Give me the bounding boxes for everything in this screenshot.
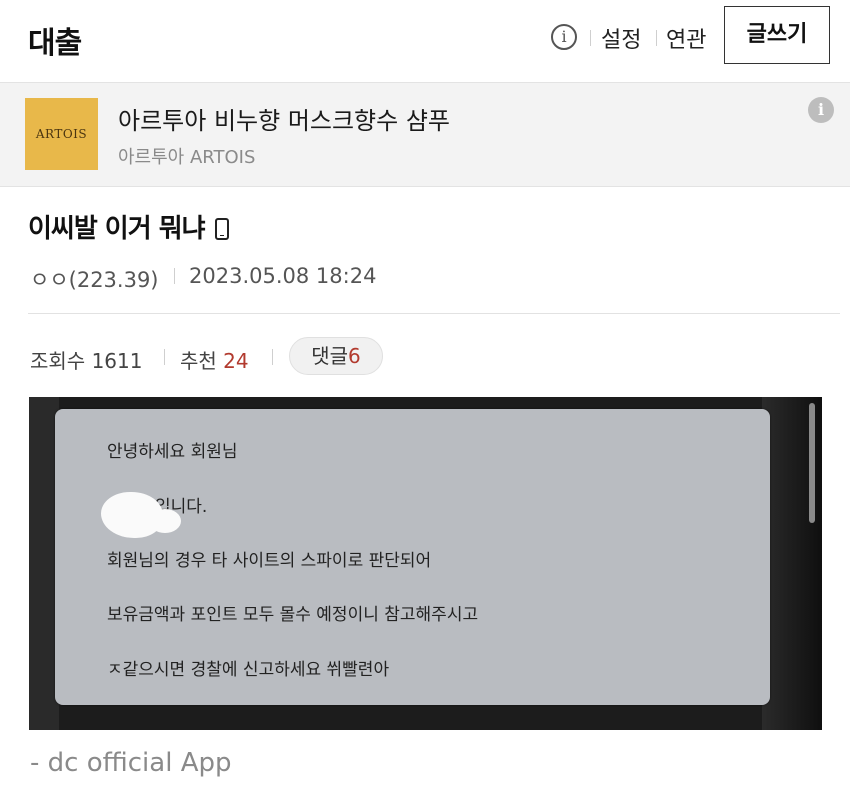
ad-info-icon[interactable]: i bbox=[808, 97, 834, 123]
recommend-count: 추천 24 bbox=[180, 345, 249, 374]
recommend-value: 24 bbox=[223, 349, 249, 373]
app-signature: - dc official App bbox=[30, 748, 232, 778]
view-count: 조회수 1611 bbox=[30, 345, 142, 374]
views-label: 조회수 bbox=[30, 349, 86, 373]
comments-label: 댓글 bbox=[311, 344, 349, 368]
mobile-icon bbox=[214, 218, 229, 240]
post-date: 2023.05.08 18:24 bbox=[189, 264, 377, 288]
ad-title[interactable]: 아르투아 비누향 머스크향수 샴푸 bbox=[118, 101, 450, 136]
post-title-row: 이씨발 이거 뭐냐 bbox=[28, 208, 229, 245]
write-button[interactable]: 글쓰기 bbox=[724, 6, 830, 64]
section-divider bbox=[28, 313, 840, 314]
redaction-mark bbox=[149, 509, 181, 533]
message-dialog: 안녕하세요 회원님 입니다. 회원님의 경우 타 사이트의 스파이로 판단되어 … bbox=[55, 409, 770, 705]
top-bar: 대출 i 설정 연관 글쓰기 bbox=[0, 0, 850, 80]
post-title: 이씨발 이거 뭐냐 bbox=[28, 214, 206, 244]
settings-link[interactable]: 설정 bbox=[601, 22, 641, 54]
ad-brand: 아르투아 ARTOIS bbox=[118, 147, 256, 168]
brand-logo: ARTOIS bbox=[25, 98, 98, 170]
divider bbox=[590, 30, 591, 46]
author[interactable]: ㅇㅇ(223.39) bbox=[30, 264, 159, 294]
divider bbox=[656, 30, 657, 46]
views-value: 1611 bbox=[91, 349, 143, 373]
info-icon[interactable]: i bbox=[551, 24, 577, 50]
recommend-label: 추천 bbox=[180, 349, 217, 373]
divider bbox=[272, 349, 273, 365]
message-line: 회원님의 경우 타 사이트의 스파이로 판단되어 bbox=[107, 551, 432, 571]
post-image[interactable]: 안녕하세요 회원님 입니다. 회원님의 경우 타 사이트의 스파이로 판단되어 … bbox=[29, 397, 822, 730]
divider bbox=[164, 349, 165, 365]
related-link[interactable]: 연관 bbox=[666, 22, 706, 54]
message-line: 안녕하세요 회원님 bbox=[107, 442, 238, 462]
comment-button[interactable]: 댓글6 bbox=[289, 337, 383, 375]
ad-banner[interactable]: ARTOIS 아르투아 비누향 머스크향수 샴푸 아르투아 ARTOIS i bbox=[0, 82, 850, 187]
message-line: ㅈ같으시면 경찰에 신고하세요 쒸빨련아 bbox=[107, 660, 390, 680]
image-scrollbar bbox=[809, 403, 815, 523]
comments-value: 6 bbox=[348, 344, 361, 368]
divider bbox=[174, 268, 175, 284]
gallery-title[interactable]: 대출 bbox=[28, 18, 82, 62]
message-line: 보유금액과 포인트 모두 몰수 예정이니 참고해주시고 bbox=[107, 605, 479, 625]
